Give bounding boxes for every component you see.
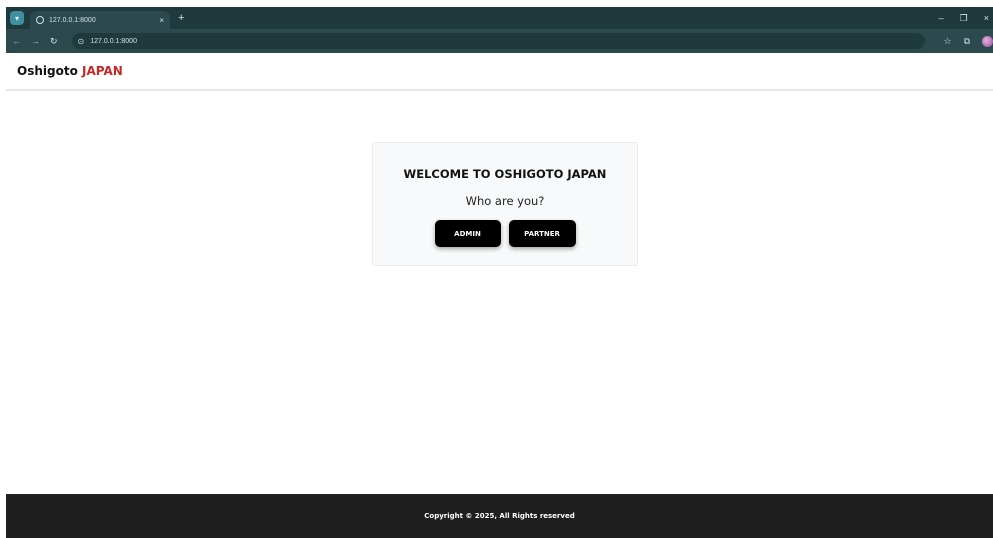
avatar-icon[interactable]: [982, 35, 993, 47]
restore-icon[interactable]: ❐: [960, 13, 968, 24]
browser-tab[interactable]: 127.0.0.1:8000 ×: [30, 11, 170, 29]
admin-button[interactable]: ADMIN: [434, 220, 501, 247]
brand-name: Oshigoto: [17, 64, 78, 78]
web-page: Oshigoto JAPAN WELCOME TO OSHIGOTO JAPAN…: [6, 53, 993, 538]
partner-button[interactable]: PARTNER: [508, 220, 576, 247]
browser-titlebar: ▾ 127.0.0.1:8000 × + – ❐ ×: [6, 7, 993, 29]
brand-logo[interactable]: Oshigoto JAPAN: [17, 64, 123, 78]
welcome-card: WELCOME TO OSHIGOTO JAPAN Who are you? A…: [372, 142, 638, 266]
copyright-text: Copyright © 2025, All Rights reserved: [424, 512, 575, 520]
address-bar[interactable]: ⊙ 127.0.0.1:8000: [71, 33, 926, 49]
tab-title: 127.0.0.1:8000: [49, 16, 96, 24]
browser-toolbar: ← → ↻ ⊙ 127.0.0.1:8000 ☆ ⧉: [6, 29, 993, 53]
toolbar-actions: ☆ ⧉: [943, 35, 993, 47]
globe-icon: [36, 16, 44, 24]
welcome-subtitle: Who are you?: [465, 194, 545, 208]
arrow-left-icon[interactable]: ←: [12, 36, 21, 46]
role-buttons: ADMIN PARTNER: [373, 220, 637, 247]
star-icon[interactable]: ☆: [943, 36, 951, 47]
site-footer: Copyright © 2025, All Rights reserved: [6, 494, 993, 538]
close-window-icon[interactable]: ×: [984, 13, 989, 24]
minimize-icon[interactable]: –: [939, 13, 944, 24]
screenshot-frame: ▾ 127.0.0.1:8000 × + – ❐ × ← → ↻ ⊙ 127.0…: [6, 7, 993, 538]
puzzle-icon[interactable]: ⧉: [964, 36, 970, 47]
tab-search-icon[interactable]: ▾: [10, 11, 24, 25]
welcome-title: WELCOME TO OSHIGOTO JAPAN: [403, 167, 607, 181]
tab-close-icon[interactable]: ×: [159, 16, 164, 25]
reload-icon[interactable]: ↻: [50, 36, 58, 47]
brand-accent: JAPAN: [82, 64, 123, 78]
arrow-right-icon[interactable]: →: [31, 36, 40, 46]
window-controls: – ❐ ×: [939, 13, 993, 24]
address-url: 127.0.0.1:8000: [90, 37, 137, 45]
new-tab-icon[interactable]: +: [178, 12, 184, 24]
site-navbar: Oshigoto JAPAN: [6, 53, 993, 91]
site-info-icon[interactable]: ⊙: [78, 37, 85, 46]
